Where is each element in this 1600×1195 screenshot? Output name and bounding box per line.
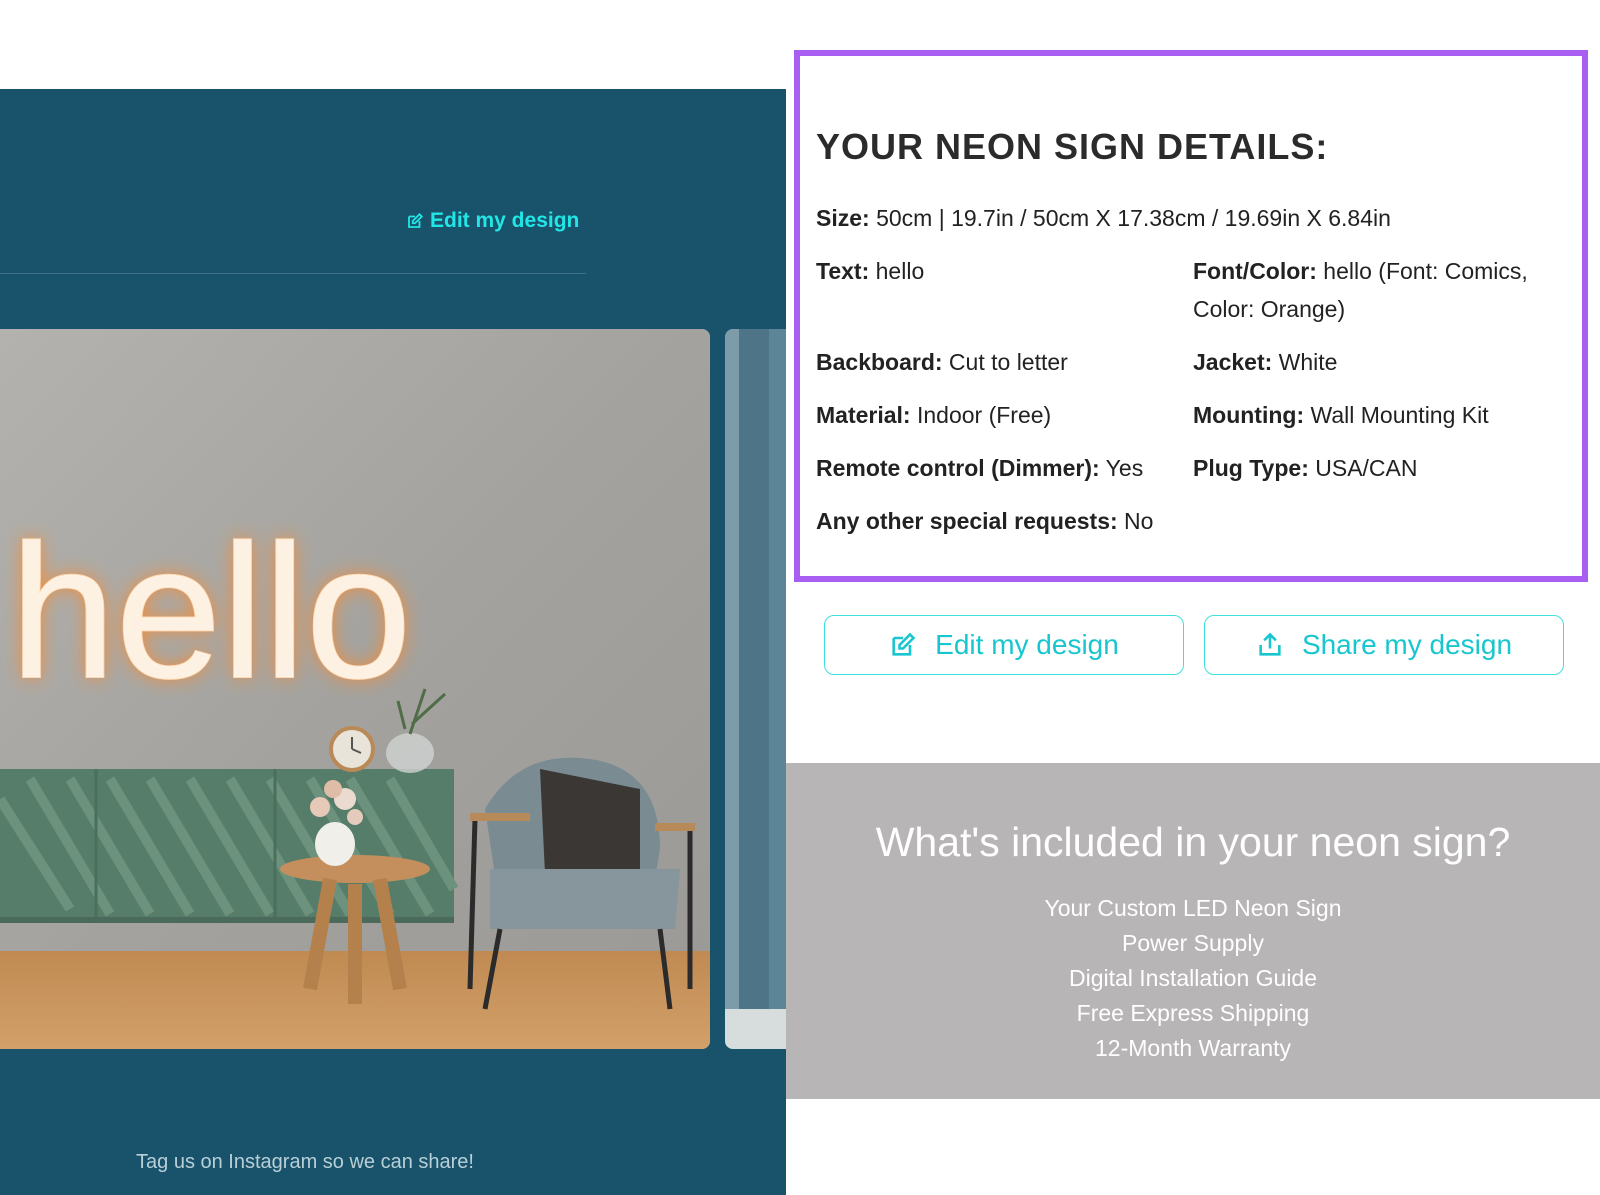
detail-text: Text: hello (816, 252, 924, 290)
detail-special: Any other special requests: No (816, 502, 1153, 540)
divider (0, 273, 586, 274)
included-list: Your Custom LED Neon Sign Power Supply D… (786, 891, 1600, 1066)
detail-label: Remote control (Dimmer): (816, 455, 1100, 481)
share-my-design-button[interactable]: Share my design (1204, 615, 1564, 675)
edit-my-design-link[interactable]: Edit my design (406, 209, 579, 233)
detail-value: No (1117, 508, 1154, 534)
svg-text:hello: hello (10, 506, 411, 718)
detail-remote: Remote control (Dimmer): Yes (816, 449, 1143, 487)
detail-label: Size: (816, 205, 870, 231)
detail-value: White (1272, 349, 1338, 375)
detail-value: Indoor (Free) (910, 402, 1052, 428)
edit-my-design-label: Edit my design (430, 209, 580, 232)
detail-material: Material: Indoor (Free) (816, 396, 1051, 434)
detail-label: Backboard: (816, 349, 943, 375)
detail-plug: Plug Type: USA/CAN (1193, 449, 1418, 487)
included-item: Power Supply (1122, 930, 1264, 956)
included-item: Digital Installation Guide (1068, 965, 1318, 991)
detail-label: Font/Color: (1193, 258, 1317, 284)
included-section: What's included in your neon sign? Your … (786, 763, 1600, 1099)
detail-value: Wall Mounting Kit (1304, 402, 1489, 428)
detail-backboard: Backboard: Cut to letter (816, 343, 1068, 381)
neon-preview-image: hello hello hello (0, 329, 710, 1049)
detail-value: 50cm | 19.7in / 50cm X 17.38cm / 19.69in… (869, 205, 1391, 231)
neon-sign-details: YOUR NEON SIGN DETAILS: Size: 50cm | 19.… (794, 50, 1588, 582)
detail-value-line2: Color: Orange) (1193, 296, 1346, 322)
detail-value: hello (869, 258, 925, 284)
preview-panel: Edit my design hello hello hello Tag us … (0, 89, 786, 1195)
included-item: Your Custom LED Neon Sign (1044, 895, 1342, 921)
next-preview-image[interactable] (725, 329, 786, 1049)
included-item: Free Express Shipping (1076, 1000, 1310, 1026)
detail-label: Material: (816, 402, 911, 428)
included-title: What's included in your neon sign? (875, 819, 1511, 865)
detail-value: hello (Font: Comics, (1316, 258, 1528, 284)
detail-jacket: Jacket: White (1193, 343, 1337, 381)
detail-label: Text: (816, 258, 870, 284)
edit-icon (408, 212, 424, 228)
detail-font-color: Font/Color: hello (Font: Comics, Color: … (1193, 252, 1528, 328)
share-icon (1259, 632, 1281, 656)
detail-label: Plug Type: (1193, 455, 1309, 481)
detail-mounting: Mounting: Wall Mounting Kit (1193, 396, 1489, 434)
detail-value: Yes (1099, 455, 1144, 481)
detail-label: Mounting: (1193, 402, 1305, 428)
details-title: YOUR NEON SIGN DETAILS: (816, 126, 1329, 167)
detail-label: Any other special requests: (816, 508, 1118, 534)
detail-value: Cut to letter (942, 349, 1068, 375)
detail-label: Jacket: (1193, 349, 1273, 375)
instagram-note: Tag us on Instagram so we can share! (136, 1151, 474, 1173)
share-button-label: Share my design (1301, 629, 1513, 660)
edit-icon (892, 632, 916, 656)
edit-my-design-button[interactable]: Edit my design (824, 615, 1184, 675)
edit-button-label: Edit my design (935, 629, 1119, 660)
included-item: 12-Month Warranty (1095, 1035, 1291, 1061)
detail-size: Size: 50cm | 19.7in / 50cm X 17.38cm / 1… (816, 199, 1391, 237)
detail-value: USA/CAN (1308, 455, 1418, 481)
